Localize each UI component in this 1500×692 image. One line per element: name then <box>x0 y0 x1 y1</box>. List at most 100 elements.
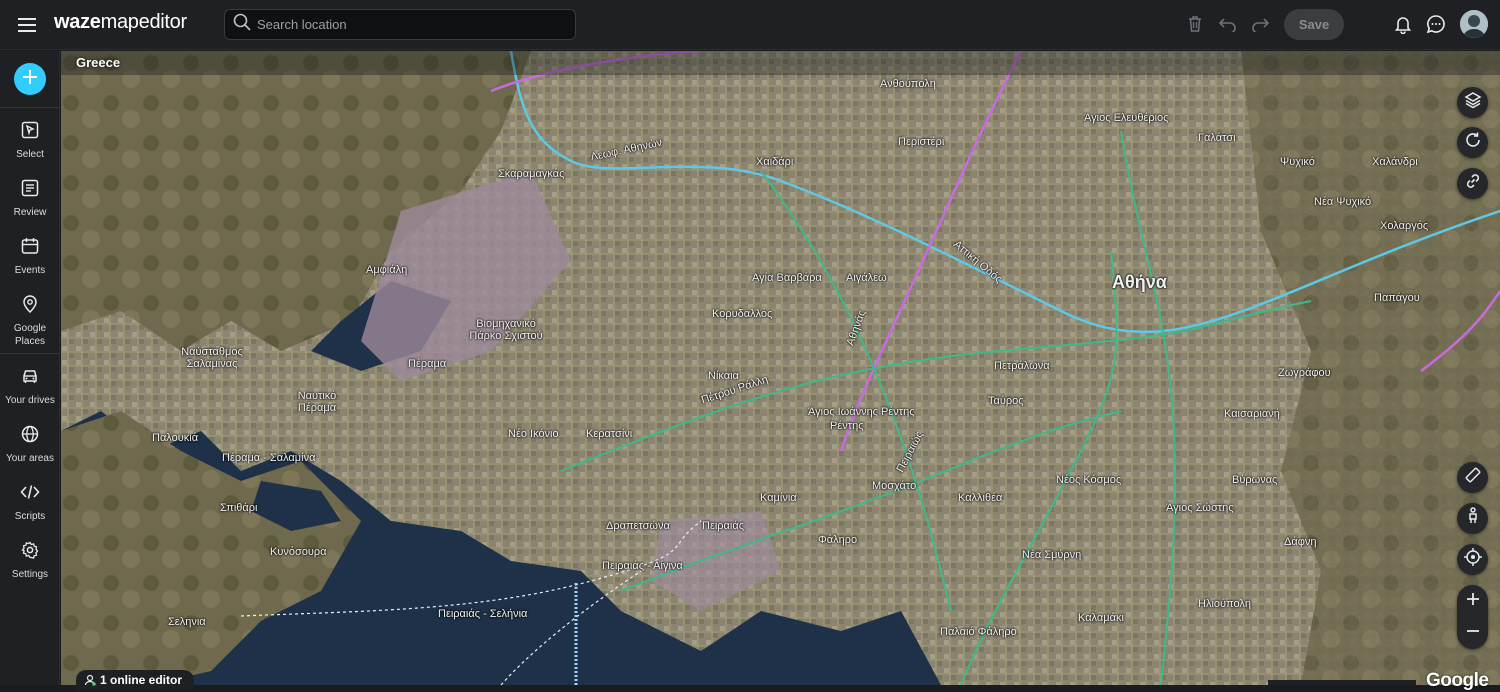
zoom-out-button[interactable] <box>1457 617 1488 649</box>
map-label: Άγιος Ιωάννης Ρέντης <box>808 406 915 418</box>
map-label: Γαλάτσι <box>1198 132 1236 144</box>
select-icon <box>21 121 39 144</box>
map-label: Ναύσταθμος Σαλαμίνας <box>181 346 243 370</box>
map-label: Ζωγράφου <box>1278 367 1331 379</box>
map-label: Ανθούπολη <box>880 78 936 90</box>
measure-button[interactable] <box>1457 462 1488 493</box>
map-label: Καλαμάκι <box>1078 612 1124 624</box>
map-label: Χαϊδάρι <box>756 156 794 168</box>
map-label: Νέο Ικόνιο <box>508 428 559 440</box>
map-label: Αμφιάλη <box>366 264 408 276</box>
code-icon <box>20 483 40 506</box>
chat-icon[interactable] <box>1424 12 1448 36</box>
sidebar-item-google-places[interactable]: Google Places <box>0 295 60 348</box>
country-banner <box>61 51 1500 75</box>
map-label: Ταύρος <box>988 395 1024 407</box>
app-logo: wazemapeditor <box>54 11 187 33</box>
save-button[interactable]: Save <box>1284 9 1344 40</box>
map-label: Χολαργός <box>1380 220 1429 232</box>
review-icon <box>21 179 39 202</box>
layers-button[interactable] <box>1457 87 1488 118</box>
map-label: Κερατσίνι <box>586 428 633 440</box>
map-label: Σεληνια <box>168 616 206 628</box>
map-label: Δάφνη <box>1284 536 1317 548</box>
zoom-control <box>1457 585 1488 649</box>
map-label: Περιστέρι <box>898 136 945 148</box>
map-label: Ηλιούπολη <box>1198 598 1251 610</box>
sidebar-item-your-drives[interactable]: Your drives <box>0 367 60 407</box>
map-pin-icon <box>21 295 39 318</box>
sidebar-item-label: Your areas <box>6 453 54 464</box>
add-button[interactable] <box>14 63 46 95</box>
online-editors-badge[interactable]: 1 online editor <box>76 670 195 690</box>
search-input[interactable] <box>257 17 557 32</box>
sidebar-divider <box>0 107 60 108</box>
street-view-button[interactable] <box>1457 503 1488 534</box>
sidebar-item-label: Settings <box>11 569 49 580</box>
google-attribution: Google <box>1426 670 1489 691</box>
car-icon <box>21 367 39 390</box>
map-label: Μοσχάτο <box>872 480 917 492</box>
map-label: Αγία Βαρβάρα <box>752 272 822 284</box>
map-label: Πειραιάς - Σελήνια <box>438 608 528 620</box>
sidebar-item-label: Your drives <box>5 395 55 406</box>
sidebar-item-review[interactable]: Review <box>0 179 60 219</box>
map-label: Πετράλωνα <box>994 360 1050 372</box>
map-label: Νίκαια <box>708 370 739 382</box>
search-bar <box>224 9 576 40</box>
map-label: Βιομηχανικό Πάρκο Σχιστού <box>469 318 543 342</box>
permalink-button[interactable] <box>1457 168 1488 199</box>
map-label: Καισαριανή <box>1224 408 1280 420</box>
zoom-in-button[interactable] <box>1457 585 1488 617</box>
sidebar-item-scripts[interactable]: Scripts <box>0 483 60 523</box>
search-icon <box>233 13 251 36</box>
sidebar-item-label: Scripts <box>14 511 46 522</box>
map-label: Νέος Κόσμος <box>1056 474 1122 486</box>
refresh-button[interactable] <box>1457 127 1488 158</box>
map-label: Κορυδαλλός <box>712 308 773 320</box>
redo-icon[interactable] <box>1248 12 1272 36</box>
sidebar-item-label: Select <box>16 149 44 160</box>
map-label: Ψυχικό <box>1280 156 1315 168</box>
top-bar: wazemapeditor Save <box>0 0 1500 50</box>
map-label: Σπιθάρι <box>220 502 258 514</box>
map-label: Νέα Ψυχικό <box>1314 196 1372 208</box>
map-label: Χαλάνδρι <box>1372 156 1418 168</box>
calendar-icon <box>21 237 39 260</box>
map-label: Αιγάλεω <box>846 272 887 284</box>
zoom-out-icon <box>1466 624 1480 643</box>
map-label: Καλλιθέα <box>958 492 1003 504</box>
map-label: Νέα Σμύρνη <box>1022 549 1082 561</box>
map-label: Πειραιάς <box>702 520 745 532</box>
gear-icon <box>21 541 39 564</box>
menu-icon[interactable] <box>14 12 40 38</box>
sidebar-item-your-areas[interactable]: Your areas <box>0 425 60 465</box>
scale-bar <box>1268 680 1416 685</box>
avatar[interactable] <box>1460 10 1488 38</box>
layers-icon <box>1463 91 1482 114</box>
plus-icon <box>22 69 38 90</box>
refresh-icon <box>1464 131 1482 154</box>
undo-icon[interactable] <box>1216 12 1240 36</box>
map-label: Πειραιάς - Αίγινα <box>602 560 683 572</box>
sidebar-divider <box>0 353 60 354</box>
map-label: Παλουκιά <box>152 432 199 444</box>
sidebar-item-settings[interactable]: Settings <box>0 541 60 581</box>
bell-icon[interactable] <box>1391 12 1415 36</box>
map-label: Ρέντης <box>830 420 864 432</box>
left-sidebar: Select Review Events Google Places Your … <box>0 51 60 685</box>
locate-button[interactable] <box>1457 544 1488 575</box>
map-label: Ναυτικό Πέραμα <box>297 390 337 414</box>
map-label: Άγιος Σώστης <box>1166 502 1234 514</box>
globe-icon <box>21 425 39 448</box>
sidebar-item-select[interactable]: Select <box>0 121 60 161</box>
locate-icon <box>1463 548 1482 571</box>
user-online-icon <box>84 674 96 689</box>
map-label: Πέραμα - Σαλαμίνα <box>222 452 316 464</box>
ruler-icon <box>1464 466 1482 489</box>
map-label: Αθήνα <box>1112 272 1167 292</box>
sidebar-item-events[interactable]: Events <box>0 237 60 277</box>
sidebar-item-label: Google Places <box>13 323 47 347</box>
map-label: Παπάγου <box>1374 292 1420 304</box>
trash-icon[interactable] <box>1183 12 1207 36</box>
